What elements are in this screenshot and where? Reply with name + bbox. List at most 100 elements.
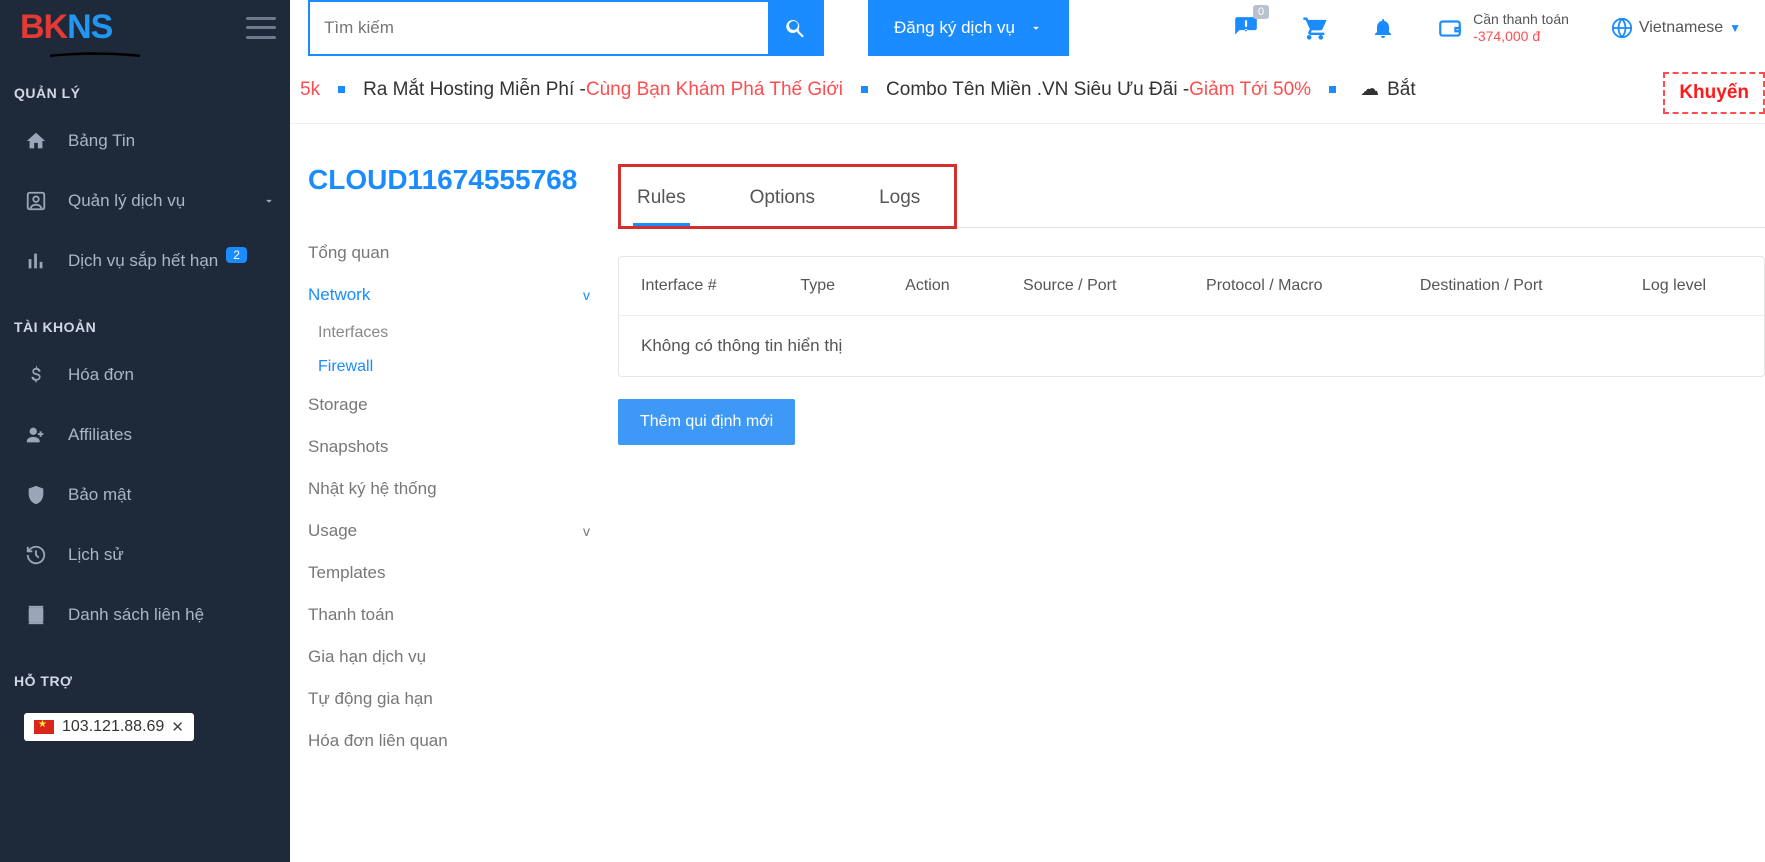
sidebar-item-expiring[interactable]: Dịch vụ sắp hết hạn 2 — [0, 231, 290, 291]
group-add-icon — [22, 421, 50, 449]
tab-rules[interactable]: Rules — [633, 177, 690, 226]
dollar-icon — [22, 361, 50, 389]
cart-icon[interactable] — [1301, 14, 1329, 42]
submenu-item[interactable]: Gia hạn dịch vụ — [308, 636, 618, 678]
submenu-item-label: Network — [308, 285, 370, 305]
sidebar-item-label: Quản lý dịch vụ — [68, 191, 185, 211]
logo[interactable]: BKNS — [20, 8, 112, 47]
submenu-item[interactable]: Usagev — [308, 510, 618, 552]
contacts-icon — [22, 601, 50, 629]
ticker-item[interactable]: Combo Tên Miền .VN Siêu Ưu Đãi - — [886, 79, 1189, 101]
promo-box[interactable]: Khuyến — [1663, 72, 1765, 114]
sidebar-item-label: Dịch vụ sắp hết hạn — [68, 251, 218, 271]
submenu-item-label: Hóa đơn liên quan — [308, 731, 448, 751]
search-button[interactable] — [768, 0, 824, 56]
menu-toggle-icon[interactable] — [246, 17, 276, 39]
register-service-button[interactable]: Đăng ký dịch vụ — [868, 0, 1069, 56]
submenu-item-label: Thanh toán — [308, 605, 394, 625]
sidebar-item-affiliates[interactable]: Affiliates — [0, 405, 290, 465]
chevron-down-icon — [1029, 21, 1043, 35]
ticker-fragment: 5k — [300, 79, 320, 101]
submenu-item-label: Usage — [308, 521, 357, 541]
tabs-highlight-box: Rules Options Logs — [618, 164, 957, 229]
sidebar-item-history[interactable]: Lịch sử — [0, 525, 290, 585]
language-label: Vietnamese — [1639, 19, 1723, 37]
submenu-item[interactable]: Tự động gia hạn — [308, 678, 618, 720]
balance-amount: -374,000 đ — [1473, 28, 1569, 45]
submenu-item[interactable]: Storage — [308, 384, 618, 426]
sidebar-item-label: Lịch sử — [68, 545, 124, 565]
bullet-icon — [861, 86, 868, 93]
ticker-item[interactable]: Bắt — [1387, 79, 1416, 101]
sidebar-item-label: Hóa đơn — [68, 365, 134, 385]
home-icon — [22, 127, 50, 155]
chevron-down-icon: ▼ — [1729, 21, 1741, 35]
submenu-item-label: Tự động gia hạn — [308, 689, 433, 709]
tab-logs[interactable]: Logs — [875, 177, 924, 226]
wallet-icon — [1437, 15, 1463, 41]
column-header: Interface # — [619, 257, 778, 316]
column-header: Source / Port — [1001, 257, 1184, 316]
column-header: Action — [883, 257, 1001, 316]
sidebar-section-account: TÀI KHOẢN — [0, 291, 290, 345]
bullet-icon — [1329, 86, 1336, 93]
submenu-item[interactable]: Thanh toán — [308, 594, 618, 636]
close-icon[interactable]: ✕ — [171, 718, 184, 736]
search-input[interactable] — [308, 0, 768, 56]
submenu-sub-item[interactable]: Firewall — [318, 350, 618, 384]
sidebar-item-contacts[interactable]: Danh sách liên hệ — [0, 585, 290, 645]
sidebar-item-invoices[interactable]: Hóa đơn — [0, 345, 290, 405]
balance-widget[interactable]: Cần thanh toán -374,000 đ — [1437, 11, 1569, 45]
sidebar-item-security[interactable]: Bảo mật — [0, 465, 290, 525]
column-header: Destination / Port — [1398, 257, 1620, 316]
submenu-item-label: Snapshots — [308, 437, 388, 457]
count-badge: 2 — [226, 247, 247, 263]
cloud-icon: ☁ — [1360, 78, 1379, 101]
submenu-item-label: Templates — [308, 563, 385, 583]
column-header: Log level — [1620, 257, 1764, 316]
submenu-item[interactable]: Tổng quan — [308, 232, 618, 274]
search-icon — [784, 16, 808, 40]
ip-address-pill[interactable]: 103.121.88.69 ✕ — [24, 713, 194, 741]
submenu-item-label: Tổng quan — [308, 243, 389, 263]
globe-icon — [1611, 17, 1633, 39]
language-selector[interactable]: Vietnamese ▼ — [1611, 17, 1741, 39]
news-ticker: 5k Ra Mắt Hosting Miễn Phí - Cùng Bạn Kh… — [290, 56, 1765, 124]
rules-table: Interface #TypeActionSource / PortProtoc… — [618, 256, 1765, 377]
logo-part2: NS — [67, 8, 112, 47]
sidebar-section-support: HỖ TRỢ — [0, 645, 290, 699]
ip-address-text: 103.121.88.69 — [62, 718, 164, 736]
sidebar-item-label: Bảo mật — [68, 485, 131, 505]
submenu-item[interactable]: Templates — [308, 552, 618, 594]
expand-icon: v — [583, 287, 590, 303]
register-label: Đăng ký dịch vụ — [894, 18, 1015, 38]
top-bar: Đăng ký dịch vụ 0 Cần thanh toán — [290, 0, 1765, 56]
announcements-icon[interactable]: 0 — [1233, 15, 1259, 41]
history-icon — [22, 541, 50, 569]
column-header: Type — [778, 257, 883, 316]
submenu-item-label: Nhật ký hệ thống — [308, 479, 437, 499]
sidebar-item-dashboard[interactable]: Bảng Tin — [0, 111, 290, 171]
submenu-sub-item[interactable]: Interfaces — [318, 316, 618, 350]
submenu-item[interactable]: Nhật ký hệ thống — [308, 468, 618, 510]
bell-icon[interactable] — [1371, 16, 1395, 40]
ticker-item[interactable]: Ra Mắt Hosting Miễn Phí - — [363, 79, 586, 101]
empty-message: Không có thông tin hiển thị — [619, 316, 1764, 377]
tab-options[interactable]: Options — [746, 177, 819, 226]
sidebar-item-services[interactable]: Quản lý dịch vụ — [0, 171, 290, 231]
ticker-highlight: Giảm Tới 50% — [1189, 79, 1311, 101]
notif-count-badge: 0 — [1253, 5, 1269, 19]
sidebar-item-label: Affiliates — [68, 425, 132, 445]
submenu-item-label: Storage — [308, 395, 368, 415]
submenu-item[interactable]: Snapshots — [308, 426, 618, 468]
flag-vn-icon — [34, 720, 54, 734]
submenu-item[interactable]: Network v — [308, 274, 618, 316]
sidebar-item-label: Bảng Tin — [68, 131, 135, 151]
submenu-item[interactable]: Hóa đơn liên quan — [308, 720, 618, 762]
service-submenu: Tổng quan Network v InterfacesFirewall Stora… — [308, 232, 618, 762]
sidebar-item-label: Danh sách liên hệ — [68, 605, 204, 625]
logo-part1: BK — [20, 8, 67, 47]
chart-icon — [22, 247, 50, 275]
add-rule-button[interactable]: Thêm qui định mới — [618, 399, 795, 445]
shield-icon — [22, 481, 50, 509]
